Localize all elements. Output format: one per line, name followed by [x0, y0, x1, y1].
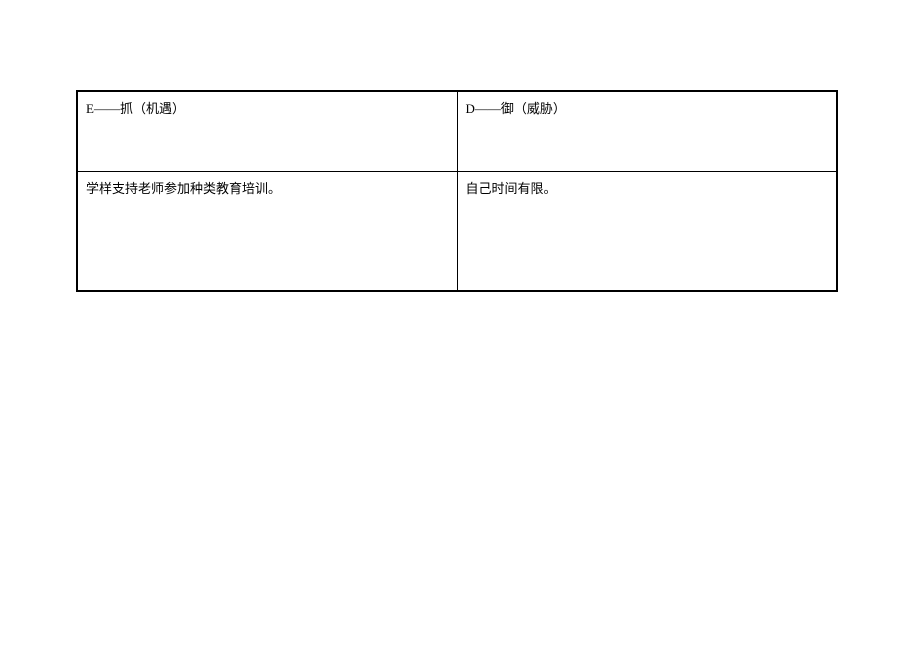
header-cell-threat: D——御（威胁）: [457, 91, 837, 171]
header-label-threat: D——御（威胁）: [466, 101, 566, 116]
header-label-opportunity: E——抓（机遇）: [86, 101, 185, 116]
content-text-opportunity: 学样支持老师参加种类教育培训。: [86, 181, 281, 196]
table-content-row: 学样支持老师参加种类教育培训。 自己时间有限。: [77, 171, 837, 291]
content-cell-threat: 自己时间有限。: [457, 171, 837, 291]
header-cell-opportunity: E——抓（机遇）: [77, 91, 457, 171]
content-text-threat: 自己时间有限。: [466, 181, 557, 196]
swot-table: E——抓（机遇） D——御（威胁） 学样支持老师参加种类教育培训。 自己时间有限…: [76, 90, 838, 292]
content-cell-opportunity: 学样支持老师参加种类教育培训。: [77, 171, 457, 291]
table-header-row: E——抓（机遇） D——御（威胁）: [77, 91, 837, 171]
